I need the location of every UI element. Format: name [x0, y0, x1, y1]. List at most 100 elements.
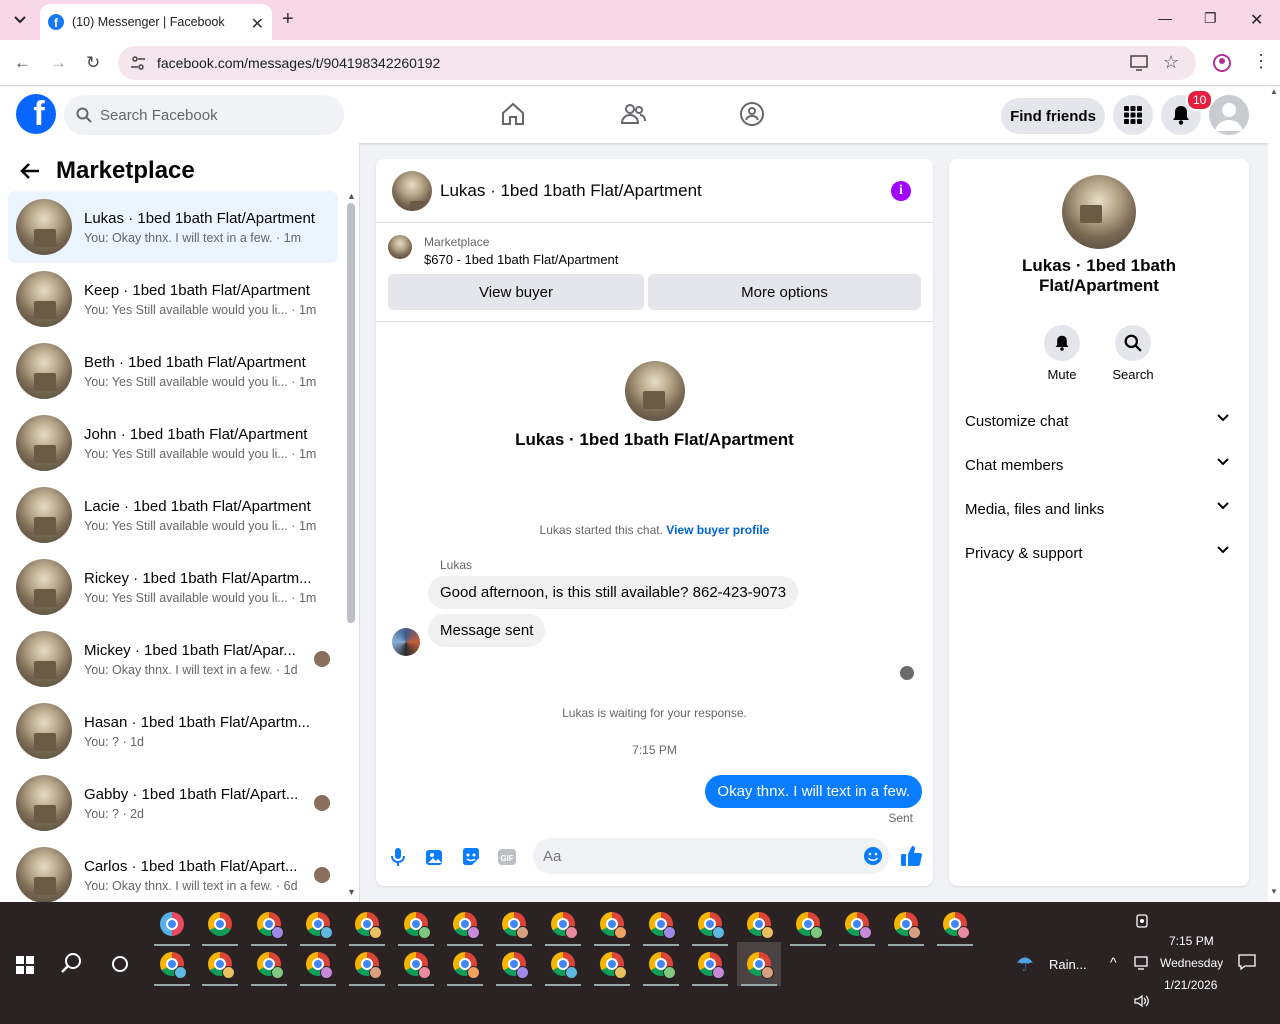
meet-now-icon[interactable]: [1136, 914, 1148, 928]
chrome-app-icon[interactable]: [737, 902, 781, 946]
new-tab-icon[interactable]: +: [282, 8, 294, 31]
chrome-app-icon[interactable]: [492, 902, 536, 946]
microphone-icon[interactable]: [390, 847, 406, 867]
chrome-app-icon[interactable]: [639, 942, 683, 986]
details-section-row[interactable]: Media, files and links: [965, 487, 1237, 531]
close-tab-icon[interactable]: ✕: [251, 14, 264, 34]
conversation-item[interactable]: Beth · 1bed 1bath Flat/Apartment You: Yes…: [8, 335, 338, 407]
back-arrow-icon[interactable]: [20, 162, 40, 180]
profile-icon[interactable]: [1212, 53, 1232, 73]
message-bubble-incoming[interactable]: Message sent: [428, 614, 546, 647]
chrome-app-icon[interactable]: [247, 902, 291, 946]
conversation-item[interactable]: Hasan · 1bed 1bath Flat/Apartm... You: ? …: [8, 695, 338, 767]
chrome-app-icon[interactable]: [345, 942, 389, 986]
clock-day[interactable]: Wednesday: [1160, 956, 1223, 970]
chrome-app-icon[interactable]: [394, 942, 438, 986]
profile-avatar[interactable]: [625, 361, 685, 421]
chrome-app-icon[interactable]: [688, 902, 732, 946]
weather-text[interactable]: Rain...: [1049, 957, 1087, 972]
conversation-item[interactable]: John · 1bed 1bath Flat/Apartment You: Yes…: [8, 407, 338, 479]
facebook-search[interactable]: [64, 95, 344, 135]
friends-icon[interactable]: [620, 101, 646, 127]
chrome-app-icon[interactable]: [443, 942, 487, 986]
minimize-icon[interactable]: —: [1158, 10, 1172, 26]
bookmark-star-icon[interactable]: ☆: [1163, 52, 1179, 73]
chrome-app-icon[interactable]: [688, 942, 732, 986]
taskbar-search-icon[interactable]: [60, 952, 82, 974]
more-options-button[interactable]: More options: [648, 274, 921, 310]
details-section-row[interactable]: Privacy & support: [965, 531, 1237, 575]
chrome-app-icon[interactable]: [198, 902, 242, 946]
page-scrollbar[interactable]: ▲ ▼: [1268, 87, 1280, 902]
clock-time[interactable]: 7:15 PM: [1169, 934, 1214, 948]
message-bubble-incoming[interactable]: Good afternoon, is this still available?…: [428, 576, 799, 609]
chrome-app-icon[interactable]: [492, 942, 536, 986]
scroll-down-icon[interactable]: ▼: [347, 887, 356, 897]
mute-button[interactable]: Mute: [1032, 325, 1092, 382]
scroll-down-icon[interactable]: ▼: [1270, 887, 1278, 896]
chrome-app-icon[interactable]: [296, 902, 340, 946]
chrome-app-icon[interactable]: [541, 942, 585, 986]
search-conversation-button[interactable]: Search: [1103, 325, 1163, 382]
details-avatar[interactable]: [1062, 175, 1136, 249]
find-friends-button[interactable]: Find friends: [1001, 98, 1105, 134]
chrome-app-icon[interactable]: [150, 942, 194, 986]
tray-chevron-icon[interactable]: ^: [1110, 954, 1117, 970]
photo-icon[interactable]: [425, 847, 445, 867]
chrome-app-icon[interactable]: [296, 942, 340, 986]
notification-center-icon[interactable]: [1238, 954, 1256, 970]
site-info-icon[interactable]: [130, 55, 146, 71]
chrome-app-icon[interactable]: [786, 902, 830, 946]
message-input-wrapper[interactable]: [533, 838, 889, 874]
message-input[interactable]: [543, 847, 843, 865]
menu-grid-button[interactable]: [1113, 95, 1153, 135]
task-view-icon[interactable]: [111, 955, 129, 973]
view-buyer-profile-link[interactable]: View buyer profile: [666, 523, 769, 537]
groups-icon[interactable]: [739, 101, 765, 127]
restore-icon[interactable]: ❐: [1204, 10, 1217, 27]
conversation-item[interactable]: Mickey · 1bed 1bath Flat/Apar... You: Oka…: [8, 623, 338, 695]
details-section-row[interactable]: Customize chat: [965, 399, 1237, 443]
browser-menu-icon[interactable]: ⋮: [1252, 51, 1270, 72]
conversation-item[interactable]: Lukas · 1bed 1bath Flat/Apartment You: Ok…: [8, 191, 338, 263]
search-input[interactable]: [100, 106, 320, 124]
gif-icon[interactable]: GIF: [497, 847, 517, 867]
account-avatar[interactable]: [1209, 95, 1249, 135]
chrome-app-icon[interactable]: [541, 902, 585, 946]
chrome-app-icon[interactable]: [884, 902, 928, 946]
volume-icon[interactable]: [1134, 994, 1150, 1008]
sidebar-scrollbar[interactable]: [347, 203, 355, 623]
chrome-app-icon[interactable]: [933, 902, 977, 946]
marketplace-listing[interactable]: Marketplace $670 - 1bed 1bath Flat/Apart…: [388, 235, 618, 267]
chrome-app-icon[interactable]: [198, 942, 242, 986]
chrome-app-icon[interactable]: [345, 902, 389, 946]
message-bubble-outgoing[interactable]: Okay thnx. I will text in a few.: [705, 775, 922, 808]
omnibox[interactable]: facebook.com/messages/t/904198342260192 …: [118, 46, 1196, 80]
chrome-app-icon[interactable]: [639, 902, 683, 946]
scroll-up-icon[interactable]: ▲: [347, 191, 356, 201]
chat-avatar[interactable]: [392, 170, 432, 211]
emoji-icon[interactable]: [863, 846, 883, 866]
chrome-app-icon[interactable]: [443, 902, 487, 946]
scroll-up-icon[interactable]: ▲: [1270, 87, 1278, 96]
close-window-icon[interactable]: ✕: [1250, 10, 1263, 30]
conversation-item[interactable]: Carlos · 1bed 1bath Flat/Apart... You: Ok…: [8, 839, 338, 911]
conversation-item[interactable]: Gabby · 1bed 1bath Flat/Apart... You: ? ·…: [8, 767, 338, 839]
sender-avatar[interactable]: [392, 628, 420, 656]
details-section-row[interactable]: Chat members: [965, 443, 1237, 487]
back-icon[interactable]: ←: [14, 53, 31, 73]
browser-tab[interactable]: f (10) Messenger | Facebook ✕: [40, 4, 272, 40]
home-icon[interactable]: [500, 101, 526, 127]
network-icon[interactable]: [1134, 956, 1150, 970]
chrome-app-icon[interactable]: [737, 942, 781, 986]
conversation-item[interactable]: Rickey · 1bed 1bath Flat/Apartm... You: Y…: [8, 551, 338, 623]
facebook-logo-icon[interactable]: f: [16, 94, 56, 134]
chrome-app-icon[interactable]: [590, 902, 634, 946]
conversation-item[interactable]: Keep · 1bed 1bath Flat/Apartment You: Yes…: [8, 263, 338, 335]
chrome-app-icon[interactable]: [590, 942, 634, 986]
sticker-icon[interactable]: [461, 847, 481, 867]
chrome-app-icon[interactable]: [247, 942, 291, 986]
view-buyer-button[interactable]: View buyer: [388, 274, 644, 310]
forward-icon[interactable]: →: [50, 53, 67, 73]
weather-icon[interactable]: ☂: [1016, 952, 1034, 977]
